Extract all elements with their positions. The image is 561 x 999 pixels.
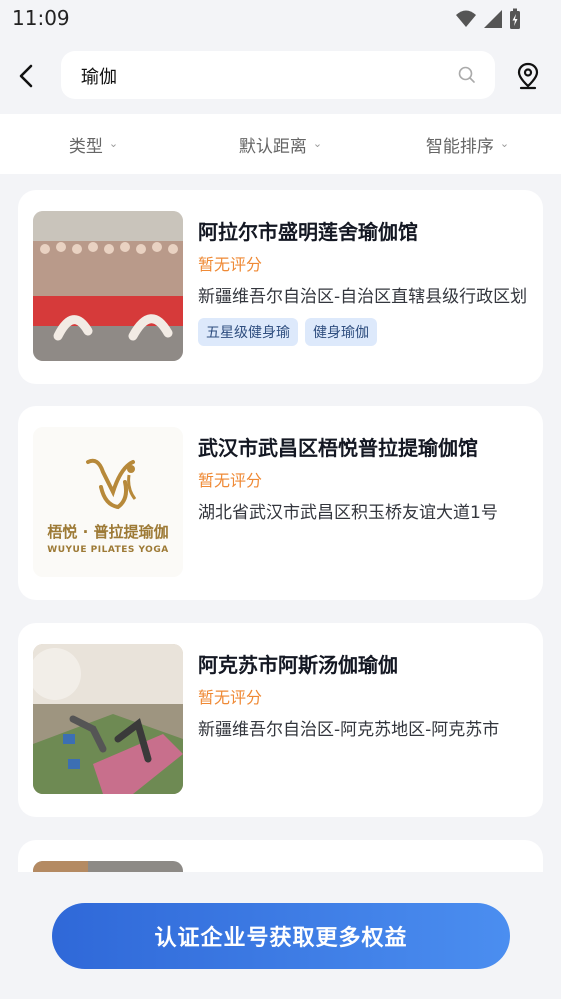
- battery-icon: [510, 8, 520, 29]
- search-query: 瑜伽: [81, 67, 117, 88]
- venue-address: 新疆维吾尔自治区-阿克苏地区-阿克苏市: [198, 720, 500, 740]
- location-button[interactable]: [512, 60, 544, 92]
- venue-photo: [33, 861, 183, 872]
- result-card[interactable]: 阿克苏市阿斯汤伽瑜伽 暂无评分 新疆维吾尔自治区-阿克苏地区-阿克苏市: [18, 623, 543, 817]
- venue-name: 阿克苏市阿斯汤伽瑜伽: [198, 653, 398, 677]
- filter-type[interactable]: 类型 ⌄: [0, 114, 187, 174]
- venue-logo: 梧悦 · 普拉提瑜伽 WUYUE PILATES YOGA: [33, 427, 183, 577]
- filter-type-label: 类型: [68, 136, 103, 157]
- filter-sort[interactable]: 智能排序 ⌄: [374, 114, 561, 174]
- search-input[interactable]: 瑜伽: [61, 51, 495, 99]
- venue-photo: [33, 644, 183, 794]
- chevron-down-icon: ⌄: [499, 136, 510, 150]
- chevron-down-icon: ⌄: [108, 136, 119, 150]
- status-time: 11:09: [12, 6, 70, 30]
- venue-name: 武汉市武昌区梧悦普拉提瑜伽馆: [198, 436, 478, 460]
- venue-tags: 五星级健身瑜 健身瑜伽: [198, 318, 377, 346]
- filter-distance[interactable]: 默认距离 ⌄: [187, 114, 374, 174]
- filter-bar: 类型 ⌄ 默认距离 ⌄ 智能排序 ⌄: [0, 114, 561, 174]
- results-list[interactable]: 阿拉尔市盛明莲舍瑜伽馆 暂无评分 新疆维吾尔自治区-自治区直辖县级行政区划 五星…: [0, 174, 561, 872]
- result-card[interactable]: 梧悦 · 普拉提瑜伽 WUYUE PILATES YOGA 武汉市武昌区梧悦普拉…: [18, 406, 543, 600]
- filter-sort-label: 智能排序: [425, 136, 494, 157]
- search-header: 瑜伽: [0, 38, 561, 114]
- status-bar: 11:09: [0, 0, 561, 38]
- result-card[interactable]: 阿拉尔市盛明莲舍瑜伽馆 暂无评分 新疆维吾尔自治区-自治区直辖县级行政区划 五星…: [18, 190, 543, 384]
- certify-enterprise-button[interactable]: 认证企业号获取更多权益: [52, 903, 510, 969]
- logo-text-en: WUYUE PILATES YOGA: [47, 545, 169, 555]
- venue-address: 新疆维吾尔自治区-自治区直辖县级行政区划: [198, 287, 528, 307]
- result-card[interactable]: [18, 840, 543, 872]
- wifi-icon: [456, 10, 476, 27]
- search-icon[interactable]: [457, 65, 477, 85]
- venue-rating: 暂无评分: [198, 688, 263, 707]
- venue-name: 阿拉尔市盛明莲舍瑜伽馆: [198, 220, 418, 244]
- tag: 健身瑜伽: [305, 318, 377, 346]
- chevron-left-icon: [19, 64, 33, 88]
- status-icons: [455, 8, 521, 30]
- tag: 五星级健身瑜: [198, 318, 298, 346]
- chevron-down-icon: ⌄: [312, 136, 323, 150]
- filter-distance-label: 默认距离: [238, 136, 307, 157]
- logo-text-cn: 梧悦 · 普拉提瑜伽: [47, 523, 169, 541]
- venue-rating: 暂无评分: [198, 255, 263, 274]
- venue-rating: 暂无评分: [198, 471, 263, 490]
- location-pin-icon: [517, 62, 539, 90]
- back-button[interactable]: [10, 60, 42, 92]
- signal-icon: [484, 10, 502, 28]
- venue-photo: [33, 211, 183, 361]
- venue-address: 湖北省武汉市武昌区积玉桥友谊大道1号: [198, 503, 498, 523]
